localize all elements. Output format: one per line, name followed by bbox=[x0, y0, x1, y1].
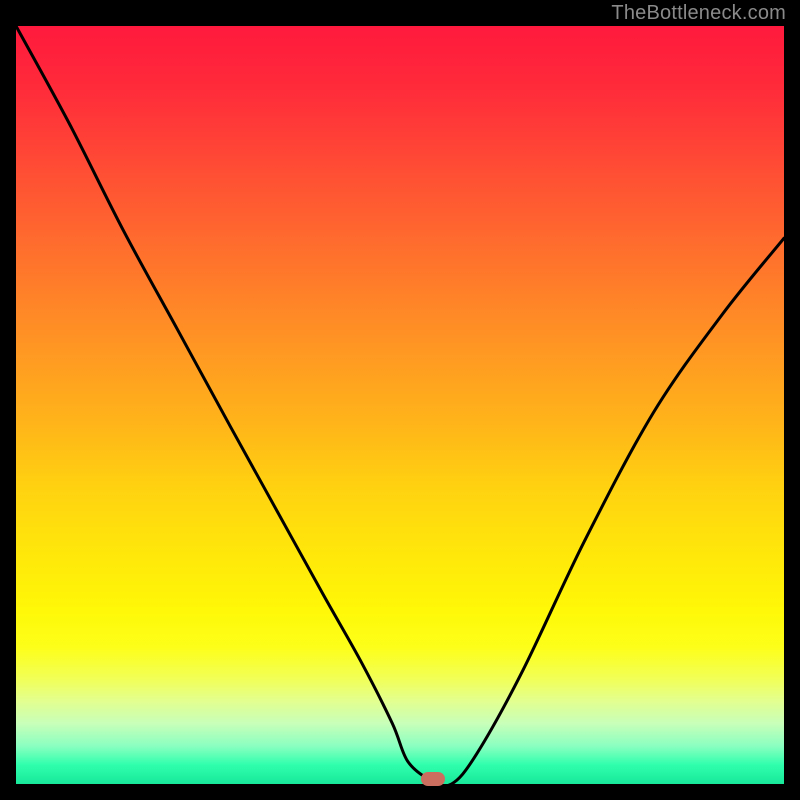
chart-frame: TheBottleneck.com bbox=[0, 0, 800, 800]
optimal-point-marker bbox=[421, 772, 445, 786]
bottleneck-curve bbox=[16, 26, 784, 784]
watermark-text: TheBottleneck.com bbox=[611, 2, 786, 25]
